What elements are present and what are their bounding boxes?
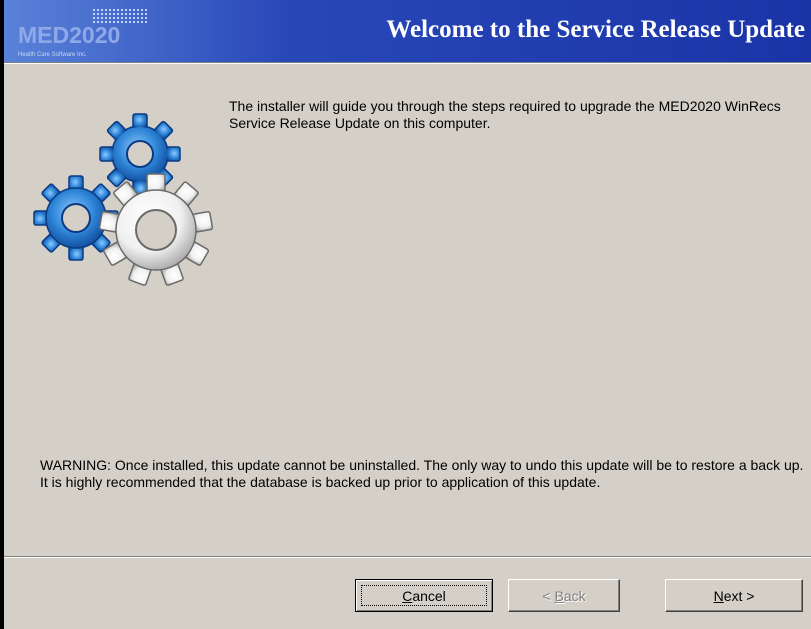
page-title: Welcome to the Service Release Update (386, 16, 805, 43)
cancel-button-label: Cancel (402, 588, 446, 604)
logo-text: MED2020 (18, 22, 121, 48)
header-banner: MED2020 Health Care Software Inc. Welcom… (4, 0, 811, 62)
cancel-button[interactable]: Cancel (355, 579, 493, 612)
back-button-label: < Back (542, 588, 585, 604)
header-divider-highlight (4, 63, 811, 64)
cancel-mnemonic: C (402, 587, 413, 604)
logo-tagline: Health Care Software Inc. (18, 52, 87, 58)
next-button-label: Next > (714, 588, 755, 604)
back-label-rest: ack (563, 587, 586, 604)
window-left-edge (0, 0, 4, 629)
back-button[interactable]: < Back (508, 579, 620, 612)
cancel-label-rest: ancel (412, 587, 446, 604)
next-button[interactable]: Next > (665, 579, 803, 612)
warning-text: WARNING: Once installed, this update can… (40, 457, 804, 490)
gears-icon (33, 113, 214, 286)
back-prefix: < (542, 587, 555, 604)
button-area-divider-highlight (4, 557, 811, 558)
back-mnemonic: B (554, 587, 564, 604)
next-label-rest: ext > (723, 587, 755, 604)
intro-text: The installer will guide you through the… (229, 98, 781, 131)
next-mnemonic: N (713, 587, 724, 604)
med2020-logo: MED2020 Health Care Software Inc. (18, 6, 148, 60)
